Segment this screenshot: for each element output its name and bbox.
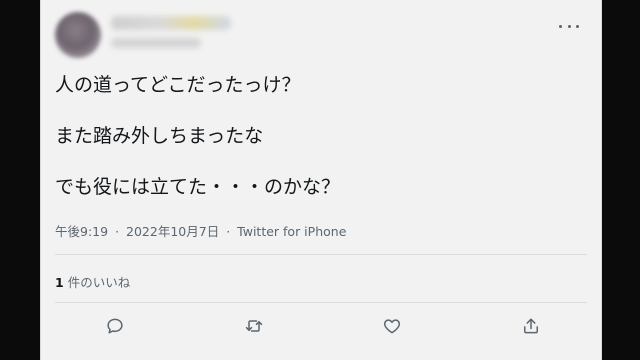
share-button[interactable] — [519, 314, 543, 338]
tweet-line-2: また踏み外しちまったな — [55, 125, 264, 147]
like-button[interactable] — [380, 314, 404, 338]
divider — [55, 254, 587, 255]
more-horizontal-icon[interactable] — [559, 20, 579, 32]
tweet-actions — [103, 314, 543, 338]
retweet-icon — [245, 320, 262, 332]
tweet-card: 人の道ってどこだったっけ？ また踏み外しちまったな でも役には立てた・・・のかな… — [40, 0, 602, 360]
tweet-line-1: 人の道ってどこだったっけ？ — [55, 74, 301, 96]
tweet-line-3: でも役には立てた・・・のかな？ — [55, 176, 341, 198]
meta-separator: · — [226, 224, 231, 239]
tweet-header — [55, 10, 587, 62]
display-name-blurred[interactable] — [111, 16, 231, 30]
retweet-button[interactable] — [242, 314, 266, 338]
meta-separator: · — [115, 224, 120, 239]
likes-stat[interactable]: 1 件のいいね — [55, 272, 130, 291]
avatar[interactable] — [55, 12, 101, 58]
likes-count: 1 — [55, 275, 64, 290]
tweet-meta: 午後9:19 · 2022年10月7日 · Twitter for iPhone — [55, 221, 346, 240]
tweet-source[interactable]: Twitter for iPhone — [237, 224, 346, 239]
tweet-time[interactable]: 午後9:19 — [55, 224, 108, 239]
tweet-body: 人の道ってどこだったっけ？ また踏み外しちまったな でも役には立てた・・・のかな… — [55, 72, 575, 225]
tweet-date[interactable]: 2022年10月7日 — [126, 224, 219, 239]
reply-button[interactable] — [103, 314, 127, 338]
likes-label: 件のいいね — [67, 275, 131, 290]
username-blurred[interactable] — [111, 38, 201, 48]
reply-icon — [107, 318, 123, 334]
divider — [55, 302, 587, 303]
share-icon — [523, 318, 538, 334]
heart-icon — [384, 319, 401, 334]
